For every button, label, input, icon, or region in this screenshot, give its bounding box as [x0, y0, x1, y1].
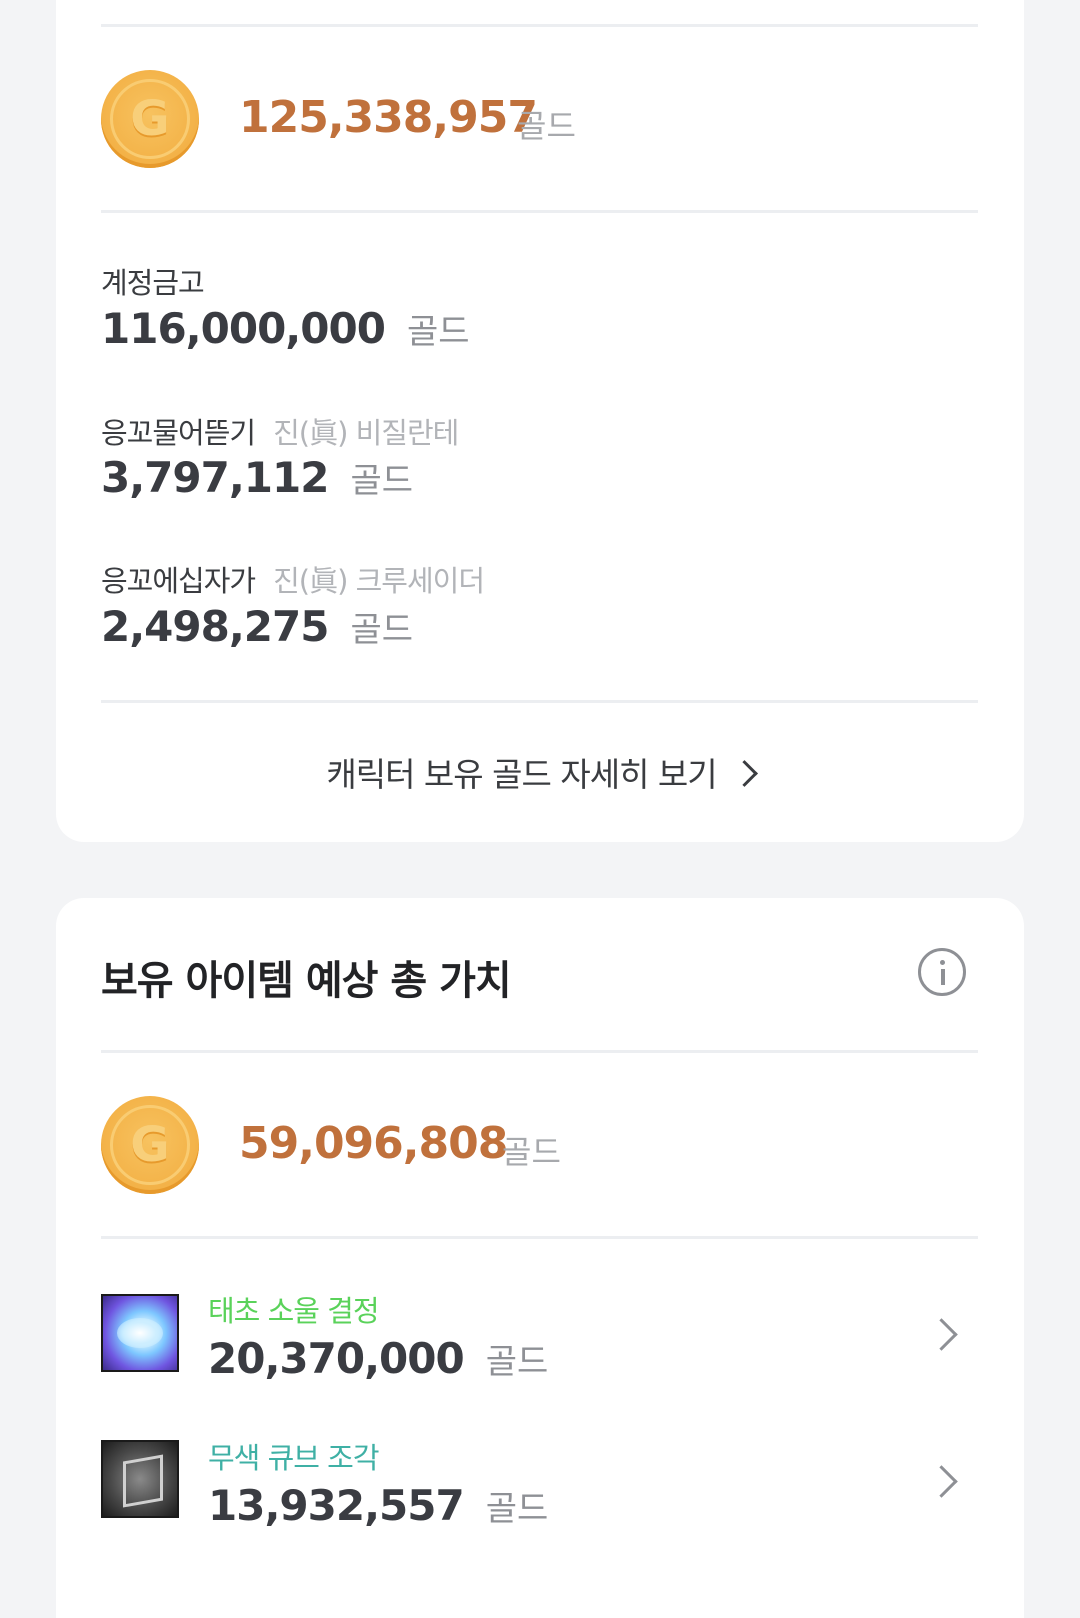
character-amount: 3,797,112 골드 [101, 453, 414, 502]
character-class: 진(眞) 비질란테 [273, 416, 459, 450]
item-name: 태초 소울 결정 [208, 1294, 380, 1328]
character-class: 진(眞) 크루세이더 [273, 564, 485, 598]
chevron-right-icon [730, 760, 758, 787]
account-amount: 116,000,000 골드 [101, 304, 470, 353]
item-value-unit: 골드 [502, 1133, 561, 1171]
gold-coin-icon: G [101, 1096, 199, 1194]
character-label: 응꼬물어뜯기 진(眞) 비질란테 [101, 416, 459, 450]
colorless-cube-icon [101, 1440, 179, 1518]
gold-total: 125,338,957 [239, 92, 538, 143]
character-label: 응꼬에십자가 진(眞) 크루세이더 [101, 564, 485, 598]
item-value-total: 59,096,808 [239, 1118, 508, 1169]
chevron-right-icon [925, 1318, 958, 1351]
gold-summary-card: G 125,338,957 골드 계정금고 116,000,000 골드 응꼬물어… [56, 0, 1024, 842]
accounts-divider [101, 700, 978, 703]
character-gold-detail-link[interactable]: 캐릭터 보유 골드 자세히 보기 [56, 748, 1024, 796]
character-amount: 2,498,275 골드 [101, 602, 414, 651]
gold-coin-icon: G [101, 70, 199, 168]
info-icon[interactable] [918, 948, 966, 996]
item-divider [101, 1236, 978, 1239]
item-amount: 20,370,000 골드 [208, 1334, 549, 1383]
summary-divider [101, 210, 978, 213]
soul-crystal-icon [101, 1294, 179, 1372]
item-name: 무색 큐브 조각 [208, 1441, 380, 1475]
item-amount: 13,932,557 골드 [208, 1481, 549, 1530]
account-label: 계정금고 [101, 266, 205, 300]
top-divider [101, 24, 978, 27]
chevron-right-icon [925, 1465, 958, 1498]
title-divider [101, 1050, 978, 1053]
section-title: 보유 아이템 예상 총 가치 [101, 958, 512, 1004]
item-value-card: 보유 아이템 예상 총 가치 G 59,096,808 골드 태초 소울 결정 … [56, 898, 1024, 1618]
gold-total-unit: 골드 [517, 107, 576, 145]
